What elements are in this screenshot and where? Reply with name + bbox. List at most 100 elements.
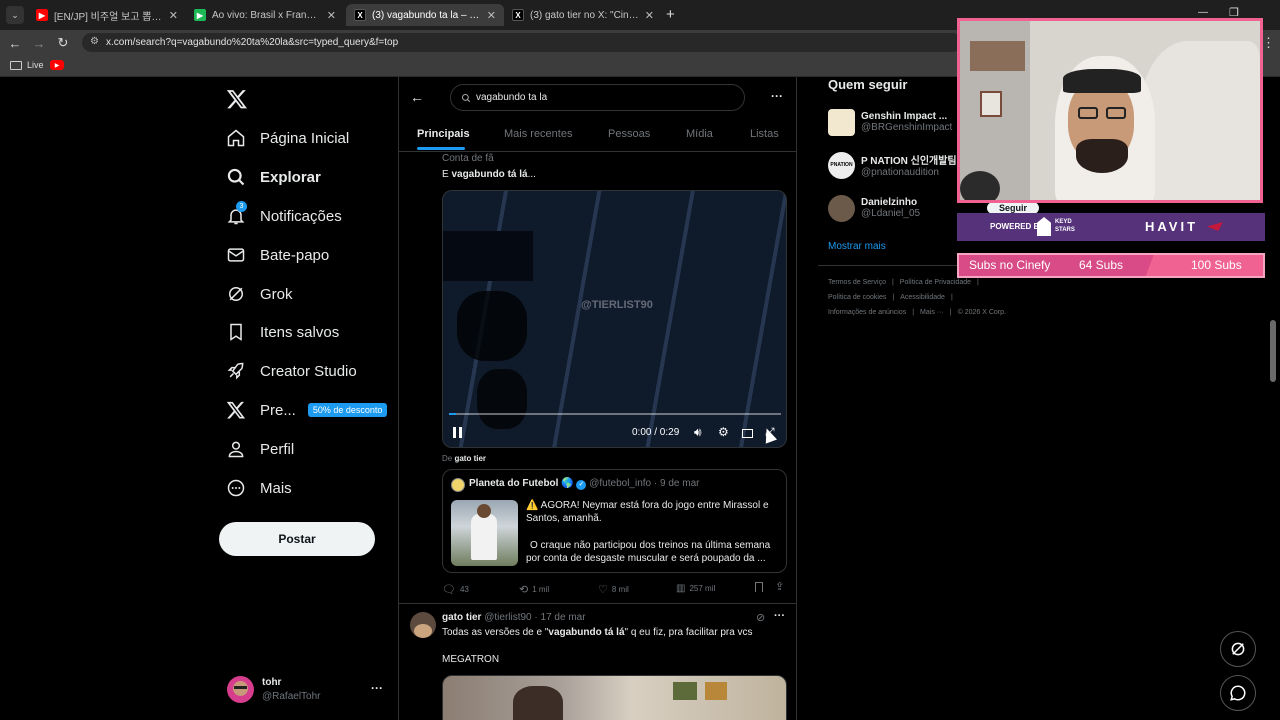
address-bar[interactable]: ⚙ x.com/search?q=vagabundo%20ta%20la&src… bbox=[82, 33, 962, 52]
volume-icon[interactable]: 🔊︎ bbox=[694, 425, 702, 440]
account-name: tohr bbox=[262, 677, 282, 688]
suggestion-name: Genshin Impact ... bbox=[861, 111, 948, 122]
bookmark-live[interactable]: Live bbox=[10, 60, 44, 70]
sidebar-item-label: Itens salvos bbox=[260, 323, 340, 341]
footer-link[interactable]: Informações de anúncios bbox=[828, 309, 906, 316]
x-logo-icon[interactable] bbox=[226, 88, 248, 110]
new-tab-icon[interactable]: + bbox=[666, 6, 675, 23]
quote-text-1: ⚠️ AGORA! Neymar está fora do jogo entre… bbox=[526, 500, 769, 524]
footer-link[interactable]: Política de Privacidade bbox=[900, 279, 971, 286]
account-switcher[interactable]: tohr @RafaelTohr ··· bbox=[227, 676, 387, 704]
sidebar-item-premium[interactable]: Pre... 50% de desconto bbox=[226, 395, 388, 425]
views-icon: ▥ bbox=[676, 583, 686, 594]
back-icon[interactable]: ← bbox=[6, 34, 24, 52]
tab-media[interactable]: Mídia bbox=[686, 128, 713, 140]
quote-card[interactable]: Planeta do Futebol 🌎 ✓ @futebol_info · 9… bbox=[442, 469, 787, 573]
x-favicon-icon: X bbox=[354, 9, 366, 21]
footer-link[interactable]: Mais ··· bbox=[920, 309, 944, 316]
pause-icon[interactable] bbox=[453, 427, 462, 438]
picture-in-picture-icon[interactable] bbox=[742, 429, 753, 438]
footer-link[interactable]: Acessibilidade bbox=[900, 294, 945, 301]
page-scrollbar[interactable] bbox=[1270, 320, 1276, 382]
footer-link[interactable]: Termos de Serviço bbox=[828, 279, 886, 286]
verified-badge-icon: ✓ bbox=[576, 480, 587, 490]
sidebar-item-label: Mais bbox=[260, 479, 292, 497]
more-options-icon[interactable]: ··· bbox=[774, 610, 785, 622]
quoted-from: De gato tier bbox=[442, 454, 487, 463]
sidebar-item-more[interactable]: Mais bbox=[226, 473, 292, 503]
subs-goal: 100 Subs bbox=[1191, 258, 1242, 272]
bookmark-label: Live bbox=[27, 60, 44, 70]
grok-icon[interactable]: ⊘ bbox=[756, 611, 765, 624]
bookmark-icon bbox=[230, 323, 242, 341]
messages-fab[interactable] bbox=[1220, 675, 1256, 711]
notification-badge: 3 bbox=[236, 201, 247, 212]
minimize-window-icon[interactable]: — bbox=[1198, 7, 1208, 18]
sidebar-item-notifications[interactable]: 3 Notificações bbox=[226, 201, 342, 231]
sidebar-item-label: Creator Studio bbox=[260, 362, 357, 380]
suggestion-handle: @BRGenshinImpact bbox=[861, 122, 953, 133]
sidebar-item-chat[interactable]: Bate-papo bbox=[226, 240, 329, 270]
close-tab-icon[interactable]: ✕ bbox=[487, 9, 496, 22]
rocket-icon bbox=[227, 362, 244, 380]
video-progress-track[interactable] bbox=[449, 413, 781, 415]
bookmark-icon[interactable] bbox=[755, 582, 763, 592]
sidebar-item-label: Página Inicial bbox=[260, 129, 350, 147]
sidebar-item-grok[interactable]: Grok bbox=[226, 279, 293, 309]
youtube-bookmark-icon[interactable]: ▶ bbox=[50, 60, 64, 70]
more-options-icon[interactable]: ··· bbox=[771, 89, 783, 103]
sidebar-item-profile[interactable]: Perfil bbox=[226, 434, 294, 464]
suggestion-item[interactable]: PNATION P NATION 신인개발팀 @pnationaudition bbox=[828, 150, 957, 180]
back-arrow-icon[interactable]: ← bbox=[410, 89, 424, 105]
forward-icon[interactable]: → bbox=[30, 34, 48, 52]
browser-menu-icon[interactable]: ⋮ bbox=[1262, 35, 1275, 51]
tweet-media[interactable] bbox=[442, 675, 787, 720]
sidebar-item-label: Perfil bbox=[260, 440, 295, 458]
browser-tab[interactable]: ▶ Ao vivo: Brasil x França | Amisto ✕ bbox=[186, 4, 344, 26]
grok-icon bbox=[229, 287, 243, 301]
show-more-link[interactable]: Mostrar mais bbox=[828, 241, 886, 252]
more-circle-icon bbox=[227, 479, 245, 497]
close-tab-icon[interactable]: ✕ bbox=[645, 9, 654, 22]
settings-icon[interactable]: ⚙ bbox=[718, 425, 729, 439]
sidebar-item-bookmarks[interactable]: Itens salvos bbox=[226, 317, 339, 347]
video-player[interactable]: @TIERLIST90 0:00 / 0:29 🔊︎ ⚙ ⤢ bbox=[442, 190, 787, 448]
youtube-favicon-icon: ▶ bbox=[36, 9, 48, 21]
tweet-context: Conta de fã bbox=[442, 153, 494, 164]
reply-icon: 🗨︎ bbox=[442, 584, 456, 596]
tab-people[interactable]: Pessoas bbox=[608, 128, 650, 140]
tab-search-button[interactable]: ⌄ bbox=[6, 6, 24, 24]
share-icon[interactable]: ⇪ bbox=[775, 580, 784, 593]
like-button[interactable]: ♡ 8 mil bbox=[598, 583, 629, 596]
site-info-icon[interactable]: ⚙ bbox=[90, 36, 99, 47]
search-input[interactable]: vagabundo ta la bbox=[450, 84, 745, 111]
close-tab-icon[interactable]: ✕ bbox=[169, 9, 178, 22]
suggestion-item[interactable]: Genshin Impact ... @BRGenshinImpact bbox=[828, 107, 952, 137]
repost-button[interactable]: ⟲ 1 mil bbox=[519, 583, 549, 596]
tab-latest[interactable]: Mais recentes bbox=[504, 128, 572, 140]
divider bbox=[399, 603, 796, 604]
reply-button[interactable]: 🗨︎ 43 bbox=[442, 583, 469, 596]
browser-tab[interactable]: X (3) gato tier no X: "Cinema mu ✕ bbox=[504, 4, 662, 26]
webcam-overlay bbox=[957, 18, 1263, 203]
suggestion-handle: @pnationaudition bbox=[861, 167, 939, 178]
views-button[interactable]: ▥ 257 mil bbox=[676, 583, 715, 594]
url-text: x.com/search?q=vagabundo%20ta%20la&src=t… bbox=[106, 37, 399, 48]
close-tab-icon[interactable]: ✕ bbox=[327, 9, 336, 22]
more-dots-icon[interactable]: ··· bbox=[371, 681, 383, 695]
chat-bubble-icon bbox=[1230, 685, 1246, 701]
video-time: 0:00 / 0:29 bbox=[632, 427, 680, 438]
footer-link[interactable]: Política de cookies bbox=[828, 294, 886, 301]
suggestion-item[interactable]: Danielzinho @Ldaniel_05 bbox=[828, 193, 920, 223]
sidebar-item-explore[interactable]: Explorar bbox=[226, 162, 321, 192]
post-button[interactable]: Postar bbox=[219, 522, 375, 556]
tab-top[interactable]: Principais bbox=[417, 128, 470, 140]
browser-tab[interactable]: ▶ [EN/JP] 비주얼 보고 뽑는다는 & ✕ bbox=[28, 4, 186, 26]
grok-fab[interactable] bbox=[1220, 631, 1256, 667]
browser-tab-active[interactable]: X (3) vagabundo ta la – Busca ✕ bbox=[346, 4, 504, 26]
tweet-text-line2: MEGATRON bbox=[442, 654, 500, 665]
sidebar-item-home[interactable]: Página Inicial bbox=[226, 123, 349, 153]
sidebar-item-creator-studio[interactable]: Creator Studio bbox=[226, 356, 357, 386]
reload-icon[interactable]: ↻ bbox=[54, 34, 72, 52]
tab-lists[interactable]: Listas bbox=[750, 128, 779, 140]
